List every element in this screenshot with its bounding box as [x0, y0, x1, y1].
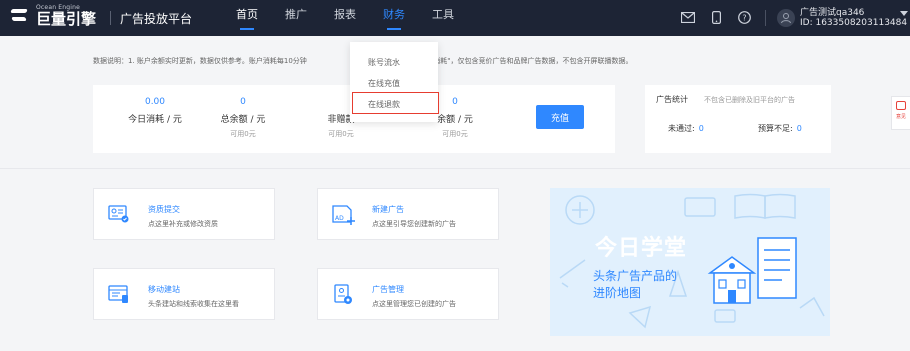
stat-label: 总余额 / 元: [220, 115, 266, 125]
banner-illustration: [559, 193, 825, 329]
nav-finance[interactable]: 财务: [383, 0, 405, 36]
user-id: ID: 1633508203113484: [800, 18, 908, 28]
ad-plus-icon: AD: [332, 204, 355, 225]
feature-title: 资质提交: [148, 205, 180, 214]
platform-name: 广告投放平台: [120, 12, 193, 26]
section-divider: [0, 168, 910, 169]
feedback-icon: [896, 101, 906, 110]
user-divider: [765, 10, 766, 26]
nav-home[interactable]: 首页: [236, 0, 258, 36]
stat-available: 可用0元: [230, 130, 256, 138]
certificate-icon: [108, 204, 130, 224]
chevron-down-icon[interactable]: [900, 11, 908, 16]
stat-today-cost: 0.00 今日消耗 / 元: [115, 97, 195, 125]
feature-card-new-ad[interactable]: AD 新建广告 点这里引导您创建新的广告: [317, 188, 499, 240]
menu-item-online-recharge[interactable]: 在线充值: [368, 78, 400, 89]
feedback-tab[interactable]: 意见: [891, 96, 910, 130]
feature-title: 新建广告: [372, 205, 404, 214]
stat-label: 今日消耗 / 元: [128, 115, 182, 125]
stat-value: 0.00: [144, 97, 166, 107]
not-passed-value[interactable]: 0: [699, 124, 704, 133]
banner-subtitle-2: 进阶地图: [593, 286, 642, 300]
ad-stats-budget[interactable]: 预算不足: 0: [758, 123, 802, 134]
logo-divider: [110, 11, 111, 25]
mobile-site-icon: [108, 284, 130, 304]
phone-icon[interactable]: [708, 9, 724, 25]
logo-title: 巨量引擎: [36, 10, 97, 28]
ad-statistics-card: 广告统计 不包含已删除及旧平台的广告 未通过: 0 预算不足: 0: [645, 85, 831, 153]
notice-text: 数据说明：1. 账户余额实时更新，数据仅供参考。账户消耗每10分钟: [93, 57, 307, 65]
feature-card-mobile-site[interactable]: 移动建站 头条建站和线索收集在这里看: [93, 268, 275, 320]
not-passed-label: 未通过:: [668, 124, 695, 133]
nav-promotion[interactable]: 推广: [285, 0, 307, 36]
mail-icon[interactable]: [680, 9, 696, 25]
feature-card-ad-manage[interactable]: 广告管理 点这里管理您已创建的广告: [317, 268, 499, 320]
top-navbar: Ocean Engine 巨量引擎 广告投放平台 首页 推广 报表 财务 工具 …: [0, 0, 910, 36]
stat-value: 0: [240, 97, 246, 107]
stat-total-balance: 0 总余额 / 元 可用0元: [203, 97, 283, 139]
feature-desc: 点这里引导您创建新的广告: [372, 220, 456, 228]
budget-label: 预算不足:: [758, 124, 793, 133]
feature-desc: 点这里补充或修改资质: [148, 220, 218, 228]
svg-text:AD: AD: [335, 215, 344, 222]
stat-available: 可用0元: [442, 130, 468, 138]
ad-manage-icon: [332, 284, 354, 304]
help-icon[interactable]: ?: [736, 9, 752, 25]
ad-stats-note: 不包含已删除及旧平台的广告: [704, 96, 795, 104]
avatar[interactable]: [777, 9, 795, 27]
academy-banner[interactable]: 今日学堂 头条广告产品的 进阶地图: [550, 188, 830, 336]
logo[interactable]: Ocean Engine 巨量引擎: [8, 5, 96, 27]
feature-desc: 点这里管理您已创建的广告: [372, 300, 456, 308]
logo-mark-icon: [8, 5, 30, 27]
nav-reports[interactable]: 报表: [334, 0, 356, 36]
stat-available: 可用0元: [328, 130, 354, 138]
banner-title: 今日学堂: [595, 236, 688, 261]
menu-item-account-flow[interactable]: 账号流水: [368, 57, 400, 68]
ad-stats-title: 广告统计: [656, 95, 688, 104]
highlight-box: [352, 92, 439, 114]
budget-value[interactable]: 0: [797, 124, 802, 133]
ad-stats-not-passed[interactable]: 未通过: 0: [668, 123, 704, 134]
recharge-button[interactable]: 充值: [536, 105, 584, 129]
user-name[interactable]: 广告测试qa346: [800, 5, 864, 18]
feature-title: 移动建站: [148, 285, 180, 294]
banner-subtitle: 头条广告产品的: [593, 269, 678, 283]
main-nav: 首页 推广 报表 财务 工具: [236, 0, 481, 36]
feature-title: 广告管理: [372, 285, 404, 294]
feature-desc: 头条建站和线索收集在这里看: [148, 300, 239, 308]
feedback-label: 意见: [895, 114, 906, 120]
svg-text:?: ?: [742, 13, 746, 22]
nav-tools[interactable]: 工具: [432, 0, 454, 36]
feature-card-qualification[interactable]: 资质提交 点这里补充或修改资质: [93, 188, 275, 240]
